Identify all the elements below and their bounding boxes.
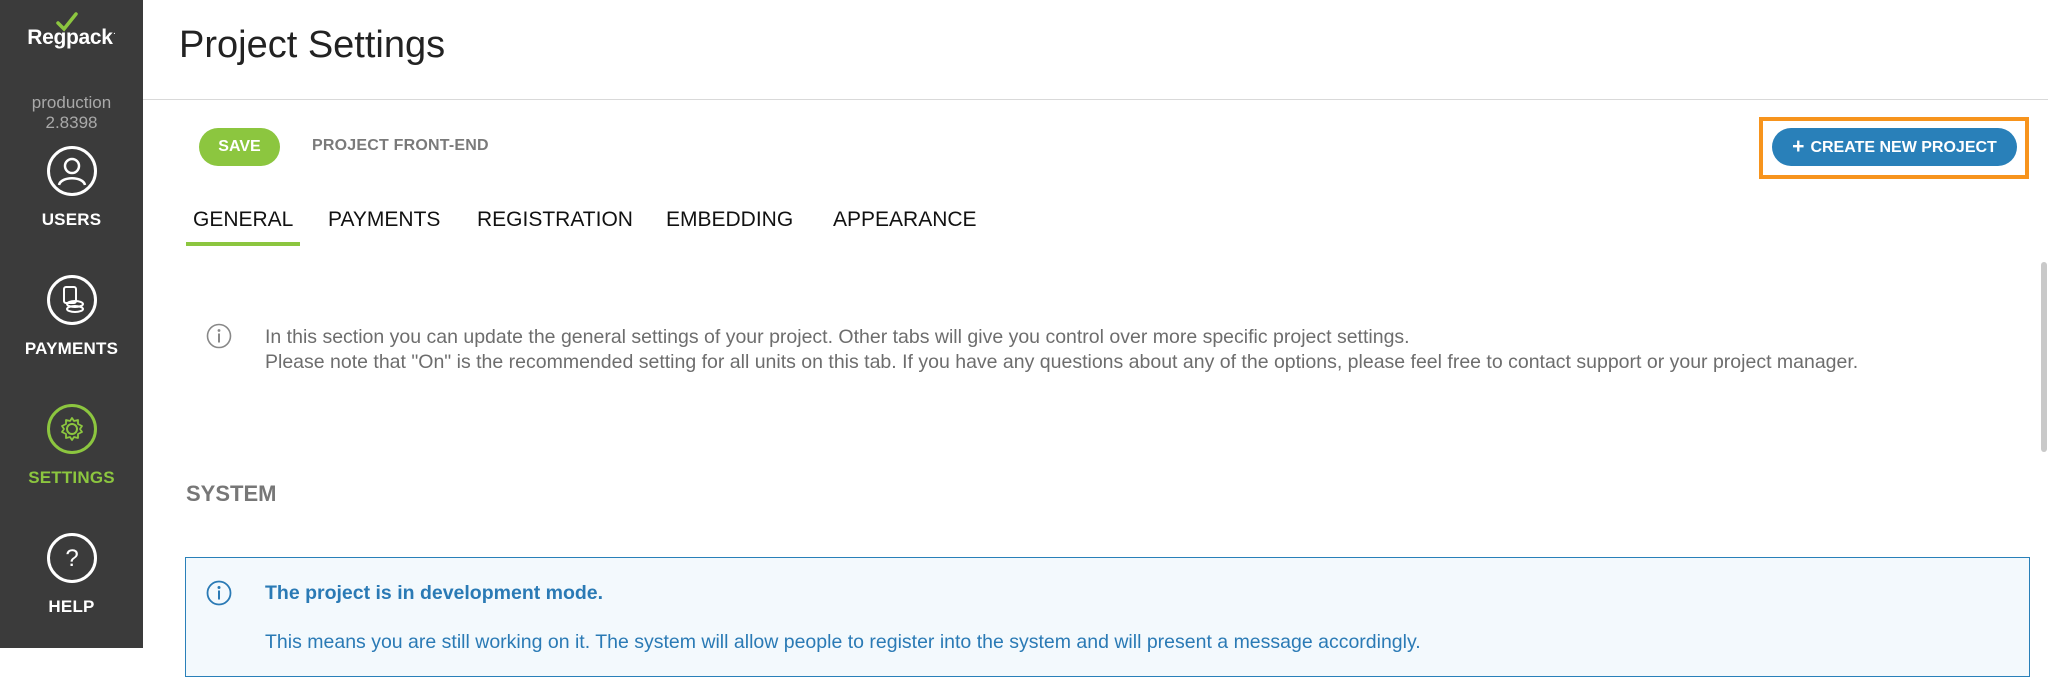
tab-general[interactable]: GENERAL xyxy=(186,208,301,246)
notice-body: This means you are still working on it. … xyxy=(265,631,1421,653)
regpack-logo[interactable]: Regpack· xyxy=(0,12,143,50)
info-line-2: Please note that "On" is the recommended… xyxy=(265,351,1859,373)
development-mode-notice: The project is in development mode. This… xyxy=(185,557,2030,677)
sidebar-item-payments[interactable]: PAYMENTS xyxy=(0,275,143,359)
section-heading-system: SYSTEM xyxy=(186,481,277,506)
sidebar-item-label: USERS xyxy=(41,210,102,229)
create-new-project-label: CREATE NEW PROJECT xyxy=(1810,139,1997,156)
sidebar-item-help[interactable]: ? HELP xyxy=(0,533,143,617)
info-icon xyxy=(206,323,232,349)
save-button[interactable]: SAVE xyxy=(199,128,280,166)
info-icon xyxy=(206,580,232,606)
coins-icon xyxy=(46,275,97,325)
tab-payments[interactable]: PAYMENTS xyxy=(328,208,440,242)
environment-info: production 2.8398 xyxy=(0,93,143,133)
plus-icon: + xyxy=(1792,135,1805,158)
notice-title: The project is in development mode. xyxy=(265,582,604,604)
checkmark-icon xyxy=(56,12,78,32)
sidebar-item-label: SETTINGS xyxy=(28,468,115,487)
sidebar-item-label: HELP xyxy=(48,597,95,616)
info-line-1: In this section you can update the gener… xyxy=(265,326,1410,348)
scrollbar[interactable] xyxy=(2041,262,2047,452)
info-text: In this section you can update the gener… xyxy=(265,325,1858,375)
gear-icon xyxy=(46,404,97,454)
version-label: 2.8398 xyxy=(45,113,98,132)
sidebar-item-settings[interactable]: SETTINGS xyxy=(0,404,143,488)
project-front-end-link[interactable]: PROJECT FRONT-END xyxy=(312,137,489,155)
environment-label: production xyxy=(31,93,112,112)
sidebar: Regpack· production 2.8398 USERS PAYMENT… xyxy=(0,0,143,648)
tab-embedding[interactable]: EMBEDDING xyxy=(666,208,793,242)
create-new-project-button[interactable]: + CREATE NEW PROJECT xyxy=(1772,128,2017,166)
user-icon xyxy=(46,146,97,196)
question-icon: ? xyxy=(46,533,97,583)
tab-registration[interactable]: REGISTRATION xyxy=(477,208,633,242)
header-divider xyxy=(143,99,2048,100)
tab-appearance[interactable]: APPEARANCE xyxy=(833,208,977,242)
sidebar-item-label: PAYMENTS xyxy=(24,339,119,358)
svg-text:?: ? xyxy=(65,545,78,572)
page-title: Project Settings xyxy=(179,24,446,66)
sidebar-item-users[interactable]: USERS xyxy=(0,146,143,230)
